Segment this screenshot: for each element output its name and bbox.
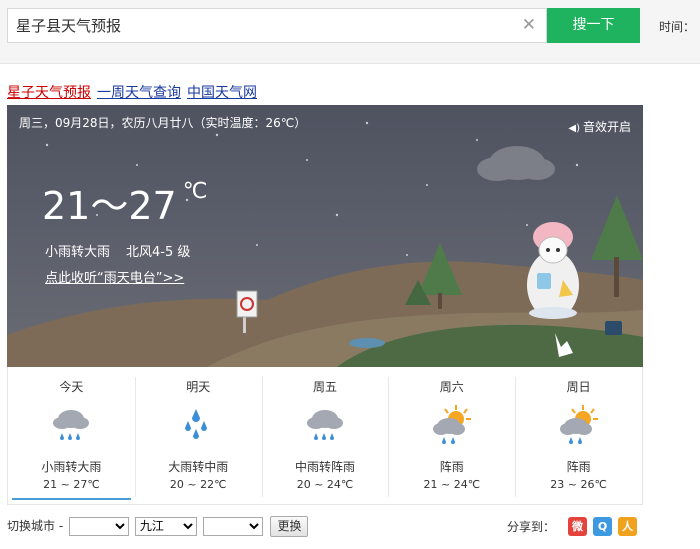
forecast-day[interactable]: 周六 阵雨 21 ~ 24℃ — [388, 367, 515, 504]
search-box: ✕ — [7, 8, 547, 43]
condition-text: 小雨转大雨 — [45, 245, 111, 260]
sound-toggle[interactable]: ◀) 音效开启 — [568, 118, 631, 135]
current-conditions: 小雨转大雨 北风4-5 级 — [45, 241, 206, 260]
switch-city-label: 切换城市 - — [7, 519, 64, 533]
rain-cloud-icon — [53, 410, 90, 440]
province-select[interactable] — [68, 516, 129, 536]
link-week-forecast[interactable]: 一周天气查询 — [97, 85, 181, 101]
current-temperature: 21～27 ℃ — [42, 175, 207, 230]
forecast-day[interactable]: 今天 小雨转大雨 21 ~ 27℃ — [8, 367, 135, 504]
day-name: 周六 — [439, 380, 464, 394]
forecast-day[interactable]: 周五 中雨转阵雨 20 ~ 24℃ — [261, 367, 389, 504]
active-day-indicator — [12, 498, 131, 500]
change-city-button[interactable]: 更换 — [270, 516, 309, 537]
day-temperature: 23 ~ 26℃ — [550, 478, 607, 491]
search-input[interactable] — [8, 9, 513, 42]
link-local-forecast[interactable]: 星子天气预报 — [7, 85, 91, 101]
day-condition: 中雨转阵雨 — [294, 460, 355, 474]
qzone-share-icon[interactable]: Q — [593, 517, 612, 536]
sun-rain-icon — [559, 405, 598, 444]
search-button[interactable]: 搜一下 — [547, 8, 640, 43]
sound-label: 音效开启 — [582, 120, 631, 134]
temp-range-value: 21～27 — [42, 184, 177, 228]
day-name: 周五 — [312, 380, 337, 394]
wind-text: 北风4-5 级 — [126, 245, 191, 260]
clear-icon[interactable]: ✕ — [522, 16, 536, 34]
time-label: 时间： — [659, 20, 696, 34]
speaker-icon: ◀) — [568, 123, 580, 134]
sun-rain-icon — [432, 405, 471, 444]
temp-unit: ℃ — [182, 179, 208, 204]
renren-share-icon[interactable]: 人 — [618, 517, 637, 536]
link-china-weather[interactable]: 中国天气网 — [187, 85, 257, 101]
day-temperature: 21 ~ 24℃ — [423, 478, 481, 491]
weibo-share-icon[interactable]: 微 — [568, 517, 587, 536]
current-date: 周三，09月28日，农历八月廿八（实时温度：26℃） — [19, 116, 307, 130]
day-condition: 小雨转大雨 — [41, 460, 102, 474]
day-condition: 大雨转中雨 — [168, 460, 229, 474]
day-condition: 阵雨 — [439, 460, 464, 474]
day-name: 明天 — [186, 380, 211, 394]
day-temperature: 21 ~ 27℃ — [43, 478, 100, 491]
share-icons: 微Q人 — [568, 515, 643, 536]
forecast-day[interactable]: 周日 阵雨 23 ~ 26℃ — [515, 367, 642, 504]
weather-links: 星子天气预报 一周天气查询 中国天气网 — [7, 82, 263, 102]
search-bar: ✕ 搜一下 时间： — [0, 0, 700, 64]
city-select[interactable]: 九江 — [134, 516, 197, 536]
day-temperature: 20 ~ 24℃ — [296, 478, 354, 491]
forecast-day[interactable]: 明天 大雨转中雨 20 ~ 22℃ — [134, 367, 262, 504]
rain-radio-link[interactable]: 点此收听“雨天电台”>> — [45, 267, 184, 286]
forecast-row: 今天 小雨转大雨 21 ~ 27℃ 明天 大雨转中雨 20 ~ 22℃ 周五 中… — [7, 367, 643, 505]
city-switcher: 切换城市 - 九江 更换 — [7, 516, 309, 537]
weather-panel: 周三，09月28日，农历八月廿八（实时温度：26℃） ◀) 音效开启 21～27 ℃… — [7, 105, 643, 367]
day-condition: 阵雨 — [566, 460, 591, 474]
day-temperature: 20 ~ 22℃ — [169, 478, 227, 491]
rain-cloud-icon — [306, 410, 343, 440]
share-label: 分享到： — [507, 520, 556, 534]
day-name: 周日 — [566, 380, 591, 394]
heavy-rain-drops-icon — [185, 409, 208, 439]
rainy-scene-illustration — [7, 121, 643, 367]
county-select[interactable] — [202, 516, 263, 536]
day-name: 今天 — [59, 380, 84, 394]
